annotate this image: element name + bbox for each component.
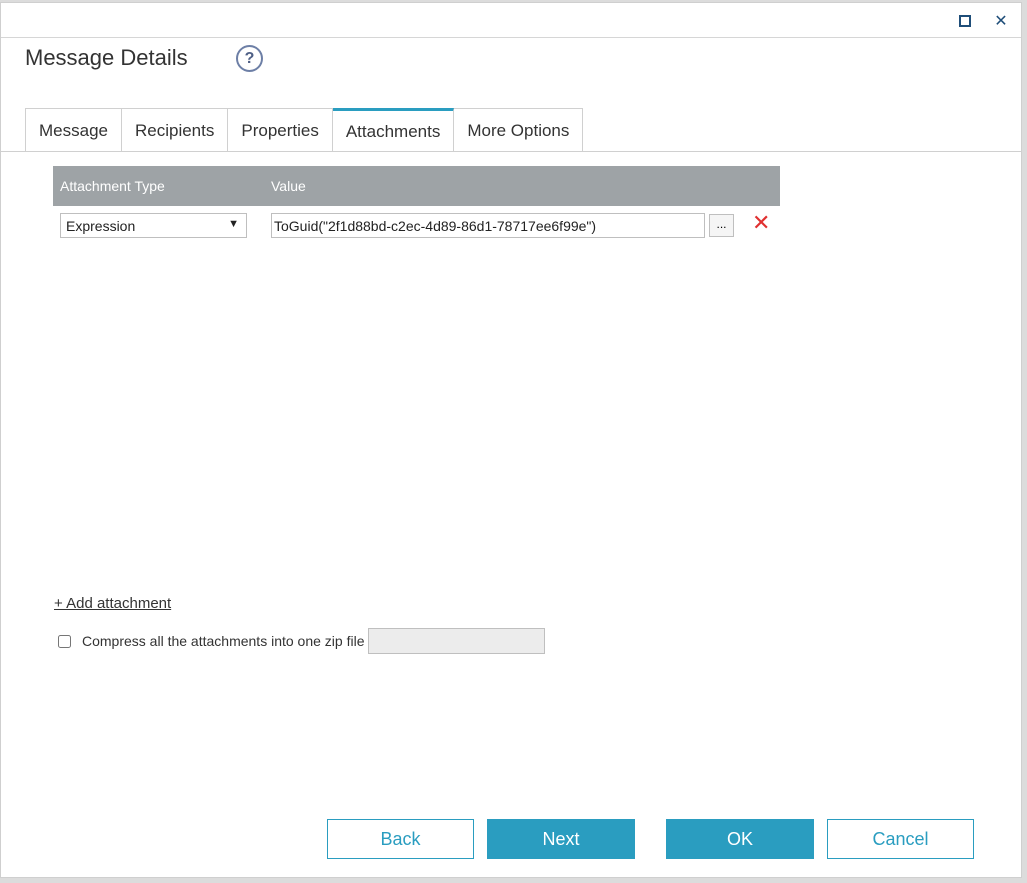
delete-icon[interactable]: ✕: [752, 212, 770, 234]
tab-more-options[interactable]: More Options: [454, 108, 584, 152]
header-attachment-type: Attachment Type: [60, 178, 165, 194]
zip-filename-input[interactable]: [368, 628, 546, 654]
grid-header: Attachment Type Value: [53, 166, 780, 206]
attachment-type-select[interactable]: Expression ▼: [60, 213, 247, 238]
help-icon[interactable]: ?: [236, 45, 263, 72]
next-button[interactable]: Next: [487, 819, 635, 859]
browse-button[interactable]: ...: [709, 214, 734, 237]
attachment-value-input[interactable]: [271, 213, 705, 238]
attachment-row: Expression ▼ ... ✕: [53, 206, 780, 244]
dropdown-arrow-icon: ▼: [228, 218, 239, 230]
ok-button[interactable]: OK: [666, 819, 814, 859]
tab-recipients[interactable]: Recipients: [121, 108, 229, 152]
attachments-grid: Attachment Type Value Expression ▼ ... ✕: [53, 166, 780, 244]
title-bar: ✕: [1, 3, 1021, 38]
add-attachment-link[interactable]: + Add attachment: [54, 595, 171, 612]
back-button[interactable]: Back: [327, 819, 474, 859]
tab-attachments[interactable]: Attachments: [332, 108, 455, 152]
tab-message[interactable]: Message: [25, 108, 122, 152]
page-title: Message Details: [25, 45, 188, 70]
cancel-button[interactable]: Cancel: [827, 819, 974, 859]
compress-label: Compress all the attachments into one zi…: [82, 633, 365, 649]
close-icon[interactable]: ✕: [991, 11, 1011, 31]
header-value: Value: [271, 178, 306, 194]
compress-option: Compress all the attachments into one zi…: [58, 628, 546, 654]
message-details-dialog: ✕ Message Details ? Message Recipients P…: [0, 2, 1022, 878]
tab-divider: [1, 151, 1022, 152]
tab-bar: Message Recipients Properties Attachment…: [25, 108, 584, 152]
tab-properties[interactable]: Properties: [228, 108, 333, 152]
attachment-type-value: Expression: [66, 218, 136, 234]
maximize-icon[interactable]: [955, 11, 975, 31]
compress-checkbox[interactable]: [58, 634, 71, 648]
